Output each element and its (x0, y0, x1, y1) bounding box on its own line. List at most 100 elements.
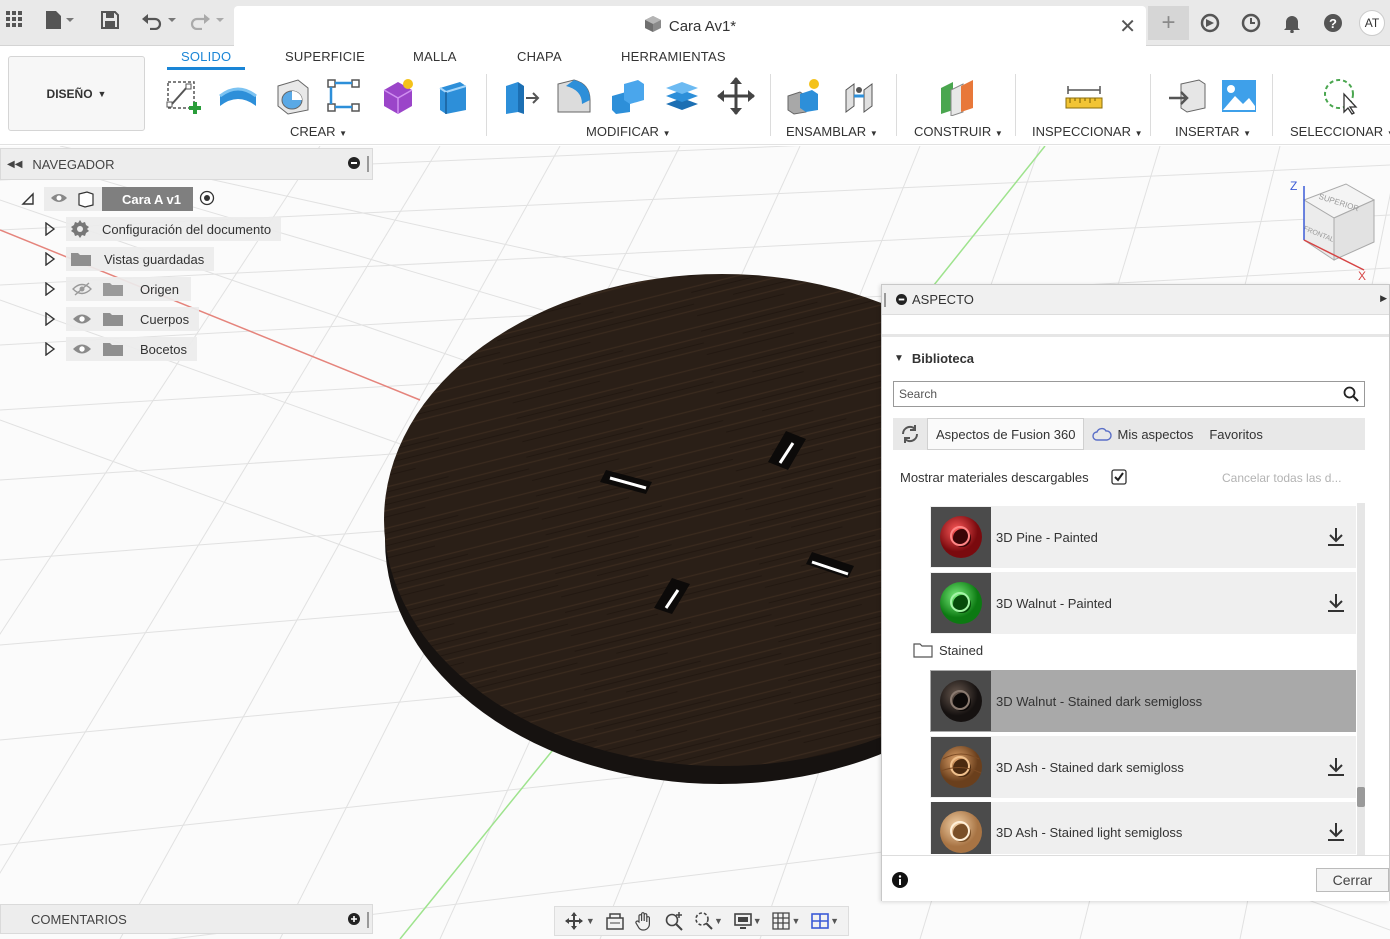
group-inspeccionar[interactable]: INSPECCIONAR ▼ (1032, 124, 1143, 139)
material-row-selected[interactable]: 3D Walnut - Stained dark semigloss (930, 670, 1356, 732)
info-icon[interactable] (892, 872, 908, 888)
search-icon[interactable] (1343, 386, 1359, 402)
panel-expand-arrow-icon[interactable]: ▶ (1380, 293, 1387, 304)
tab-malla[interactable]: MALLA (413, 49, 457, 64)
tab-solido[interactable]: SOLIDO (166, 49, 246, 70)
save-icon[interactable] (100, 10, 120, 30)
new-component-icon[interactable] (782, 74, 826, 118)
fit-window-icon[interactable]: ▼ (694, 911, 723, 931)
measure-icon[interactable] (1062, 74, 1106, 118)
new-tab-button[interactable]: + (1148, 6, 1189, 40)
group-insertar[interactable]: INSERTAR ▼ (1175, 124, 1251, 139)
navigator-item[interactable]: Origen (40, 277, 192, 301)
pattern-icon[interactable] (322, 74, 366, 118)
scrollbar-thumb[interactable] (1357, 787, 1365, 807)
extensions-icon[interactable] (1189, 6, 1230, 40)
tab-fusion360-appearances[interactable]: Aspectos de Fusion 360 (927, 418, 1085, 450)
material-row[interactable]: 3D Pine - Painted (930, 506, 1356, 568)
download-icon[interactable] (1316, 814, 1356, 842)
box-icon[interactable] (430, 74, 474, 118)
eye-icon[interactable] (72, 342, 92, 356)
tab-herramientas[interactable]: HERRAMIENTAS (621, 49, 726, 64)
activate-radio-icon[interactable] (199, 190, 215, 209)
expand-triangle-icon[interactable] (40, 247, 60, 271)
file-menu-icon[interactable] (44, 10, 74, 30)
cancel-all-downloads-link[interactable]: Cancelar todas las d... (1222, 471, 1341, 485)
panel-grip[interactable] (884, 292, 886, 307)
combine-icon[interactable] (606, 74, 650, 118)
navigator-item[interactable]: Configuración del documento (40, 217, 282, 241)
extrude-surface-icon[interactable] (216, 74, 260, 118)
group-modificar[interactable]: MODIFICAR ▼ (586, 124, 671, 139)
help-icon[interactable]: ? (1312, 6, 1353, 40)
expand-triangle-icon[interactable] (40, 307, 60, 331)
refresh-icon[interactable] (893, 418, 927, 450)
expand-triangle-icon[interactable] (40, 337, 60, 361)
create-sketch-icon[interactable] (162, 74, 206, 118)
eye-hidden-icon[interactable] (72, 282, 92, 296)
select-icon[interactable] (1318, 74, 1362, 118)
materials-scrollbar[interactable] (1357, 503, 1365, 855)
job-status-icon[interactable] (1230, 6, 1271, 40)
viewports-icon[interactable]: ▼ (810, 911, 839, 931)
insert-canvas-icon[interactable] (1217, 74, 1261, 118)
collapse-section-icon[interactable]: ▼ (894, 353, 904, 364)
app-grid-icon[interactable] (5, 10, 23, 28)
navigator-minimize-icon[interactable] (348, 157, 360, 172)
fillet-icon[interactable] (552, 74, 596, 118)
material-row[interactable]: 3D Ash - Stained dark semigloss (930, 736, 1356, 798)
appearance-panel-header[interactable]: ASPECTO ▶ (882, 285, 1389, 315)
user-avatar[interactable]: AT (1359, 10, 1385, 36)
move-copy-icon[interactable] (714, 74, 758, 118)
redo-icon[interactable] (188, 10, 228, 30)
group-crear[interactable]: CREAR ▼ (290, 124, 347, 139)
navigator-item[interactable]: Bocetos (40, 337, 197, 361)
group-construir[interactable]: CONSTRUIR ▼ (914, 124, 1003, 139)
folder-row[interactable]: Stained (913, 642, 983, 658)
close-tab-icon[interactable]: ✕ (1119, 14, 1136, 39)
eye-icon[interactable] (72, 312, 92, 326)
grid-settings-icon[interactable]: ▼ (771, 911, 800, 931)
document-tab[interactable]: Cara Av1* ✕ (234, 6, 1146, 46)
press-pull-icon[interactable] (498, 74, 542, 118)
tab-favorites[interactable]: Favoritos (1201, 418, 1270, 450)
navigator-header[interactable]: ◀◀ NAVEGADOR (0, 148, 373, 180)
shell-icon[interactable] (660, 74, 704, 118)
panel-grip[interactable] (367, 156, 369, 172)
library-search-input[interactable]: Search (893, 381, 1365, 407)
revolve-icon[interactable] (270, 74, 314, 118)
eye-icon[interactable] (50, 192, 68, 207)
pan-hand-icon[interactable] (634, 911, 654, 931)
tab-my-appearances[interactable]: Mis aspectos (1084, 418, 1201, 450)
view-cube[interactable]: SUPERIOR FRONTAL Z X (1288, 176, 1383, 283)
navigator-item[interactable]: Cuerpos (40, 307, 200, 331)
display-settings-icon[interactable]: ▼ (733, 911, 762, 931)
panel-minimize-icon[interactable] (896, 294, 907, 305)
notifications-bell-icon[interactable] (1271, 6, 1312, 40)
undo-icon[interactable] (140, 10, 180, 30)
panel-grip[interactable] (367, 912, 369, 928)
navigator-root-label[interactable]: Cara A v1 (102, 187, 194, 211)
group-ensamblar[interactable]: ENSAMBLAR ▼ (786, 124, 878, 139)
show-downloadable-checkbox[interactable] (1110, 469, 1127, 485)
collapse-triangle-icon[interactable] (16, 192, 40, 206)
navigator-item[interactable]: Vistas guardadas (40, 247, 215, 271)
comments-bar[interactable]: COMENTARIOS (0, 904, 373, 934)
orbit-icon[interactable]: ▼ (564, 911, 595, 931)
tab-superficie[interactable]: SUPERFICIE (285, 49, 365, 64)
navigator-root-row[interactable]: Cara A v1 (16, 187, 215, 211)
library-section-header[interactable]: ▼ Biblioteca (894, 351, 974, 366)
look-at-icon[interactable] (605, 911, 625, 931)
workspace-switcher-button[interactable]: DISEÑO ▼ (8, 56, 145, 131)
expand-triangle-icon[interactable] (40, 217, 60, 241)
add-comment-icon[interactable] (348, 913, 360, 928)
expand-triangle-icon[interactable] (40, 277, 60, 301)
close-button[interactable]: Cerrar (1316, 868, 1389, 892)
download-icon[interactable] (1316, 757, 1356, 777)
material-row[interactable]: 3D Ash - Stained light semigloss (930, 802, 1356, 854)
form-icon[interactable] (376, 74, 420, 118)
zoom-icon[interactable] (664, 911, 684, 931)
download-icon[interactable] (1316, 527, 1356, 547)
tab-chapa[interactable]: CHAPA (517, 49, 562, 64)
collapse-navigator-icon[interactable]: ◀◀ (7, 159, 22, 170)
